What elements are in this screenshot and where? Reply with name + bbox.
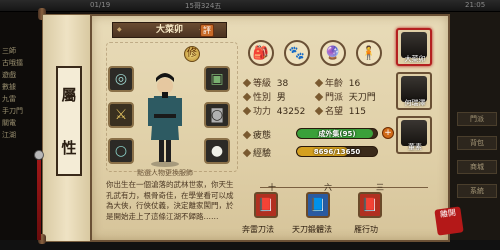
ring-icon[interactable]: ○ <box>108 138 134 164</box>
skill-name: 天刀鍛體法 <box>292 225 332 234</box>
character-description: 你出生在一個滄落的武林世家，你天生孔武有力，根骨奇佳，在學堂看可以成為大俠，行俠… <box>106 180 234 221</box>
mask-icon[interactable]: ▣ <box>204 66 230 92</box>
party-member-1[interactable]: 大菜卯 <box>396 28 432 66</box>
exp-bar: 8696/13650 <box>296 146 378 157</box>
figure-icon[interactable]: 🧍 <box>356 40 382 66</box>
fatigue-plus-button[interactable]: + <box>382 127 394 139</box>
tassel-decoration <box>34 150 44 240</box>
tab-attributes[interactable]: 屬 性 <box>56 66 82 176</box>
status-date: 01/19 <box>90 1 111 9</box>
tassel-knot <box>34 150 44 160</box>
stat-age: 年齡 16 <box>314 76 360 89</box>
party-member-2[interactable]: 何瑞澤 <box>396 72 432 110</box>
book-icon[interactable]: 📕 <box>254 192 278 218</box>
stat-fame: 名望 115 <box>314 104 366 117</box>
cultivate-icon[interactable]: 修 <box>184 46 200 62</box>
exp-row: 經驗 8696/13650 <box>242 146 378 159</box>
party-member-name: 何瑞澤 <box>404 99 426 107</box>
fatigue-bar: 成外集(95) <box>296 128 378 139</box>
fatigue-row: 疲態 成外集(95) + <box>242 127 394 141</box>
bg-button[interactable]: 背包 <box>457 136 497 150</box>
sword-icon[interactable]: ⚔ <box>108 102 134 128</box>
pearl-icon[interactable]: ● <box>204 138 230 164</box>
log-line: 數據 <box>2 83 16 91</box>
fatigue-label: 疲態 <box>253 131 272 141</box>
tab-label-char: 性 <box>61 139 77 157</box>
close-button[interactable]: 離開 <box>434 206 464 236</box>
bracelet-icon[interactable]: ◎ <box>108 66 134 92</box>
armor-icon[interactable]: ◙ <box>204 102 230 128</box>
stat-gender: 性別 男 <box>242 90 286 103</box>
status-clock: 21:05 <box>465 1 486 9</box>
stat-level: 等級 38 <box>242 76 288 89</box>
orb-icon[interactable]: 🔮 <box>320 40 346 66</box>
hero-figure[interactable] <box>146 66 184 168</box>
stat-sect: 門派 天刀門 <box>314 90 376 103</box>
rename-button[interactable]: 評 <box>200 24 214 37</box>
exp-label: 經驗 <box>253 149 272 159</box>
book-icon[interactable]: 📕 <box>358 192 382 218</box>
skill-divider <box>260 187 428 188</box>
skill-name: 奔雷刀法 <box>242 225 274 234</box>
log-line: 關電 <box>2 119 16 127</box>
status-player: 15哥324五 <box>185 2 222 10</box>
log-line: 遊戲 <box>2 71 16 79</box>
status-bar: 01/19 15哥324五 21:05 <box>0 0 500 12</box>
skill-name: 雁行功 <box>354 225 378 234</box>
log-line: 三師 <box>2 47 16 55</box>
tassel-cord <box>37 160 41 240</box>
fatigue-bar-text: 成外集(95) <box>318 130 356 138</box>
bg-button[interactable]: 門派 <box>457 112 497 126</box>
log-line: 手刀門 <box>2 107 23 115</box>
backpack-icon[interactable]: 🎒 <box>248 40 274 66</box>
exp-bar-text: 8696/13650 <box>313 148 361 156</box>
party-member-3[interactable]: 董素 <box>396 116 432 154</box>
party-member-name: 大菜卯 <box>404 55 426 63</box>
log-line: 古哦擂 <box>2 59 23 67</box>
tab-label-char: 屬 <box>61 86 77 104</box>
stat-power: 功力 43252 <box>242 104 305 117</box>
book-icon[interactable]: 📘 <box>306 192 330 218</box>
log-line: 江湖 <box>2 131 16 139</box>
hero-caption: 點選人物更換服飾 <box>137 169 193 177</box>
bg-button[interactable]: 系統 <box>457 184 497 198</box>
party-member-name: 董素 <box>408 143 422 151</box>
pet-icon[interactable]: 🐾 <box>284 40 310 66</box>
log-line: 九雷 <box>2 95 16 103</box>
bg-button[interactable]: 商城 <box>457 160 497 174</box>
